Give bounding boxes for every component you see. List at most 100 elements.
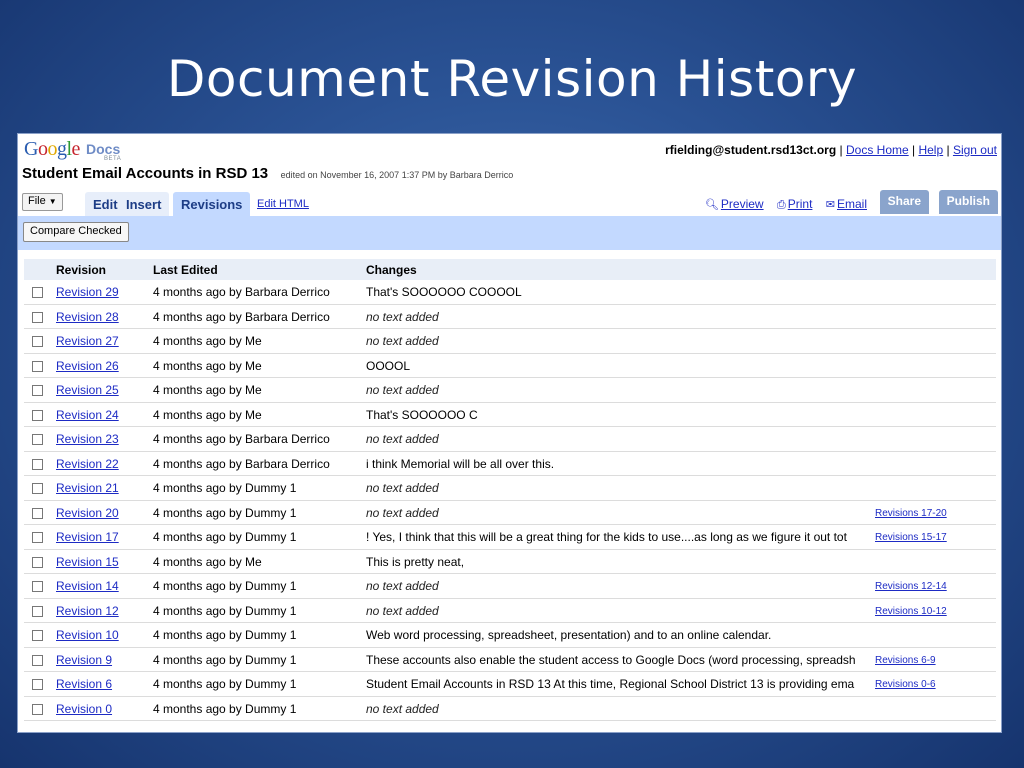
- publish-button[interactable]: Publish: [938, 190, 998, 214]
- revision-range-link[interactable]: Revisions 17-20: [875, 508, 985, 519]
- edit-html-link[interactable]: Edit HTML: [257, 198, 309, 210]
- last-edited-cell: 4 months ago by Barbara Derrico: [153, 456, 330, 471]
- beta-label: BETA: [104, 156, 122, 162]
- tab-revisions[interactable]: Revisions: [173, 192, 251, 216]
- document-actions: 🔍︎ Preview ⎙ Print ✉ Email: [705, 197, 867, 212]
- revision-link[interactable]: Revision 6: [56, 677, 156, 691]
- changes-cell: That's SOOOOOO C: [366, 407, 478, 422]
- revisions-toolbar: Compare Checked: [18, 216, 1001, 250]
- revision-checkbox[interactable]: [32, 336, 43, 347]
- revision-checkbox[interactable]: [32, 703, 43, 715]
- email-link[interactable]: Email: [837, 197, 867, 211]
- revision-checkbox[interactable]: [32, 360, 43, 372]
- revision-checkbox[interactable]: [32, 434, 43, 445]
- revision-link[interactable]: Revision 26: [56, 359, 156, 373]
- revision-link[interactable]: Revision 9: [56, 653, 156, 667]
- changes-cell: i think Memorial will be all over this.: [366, 456, 555, 471]
- revision-checkbox[interactable]: [32, 532, 43, 543]
- changes-cell: no text added: [366, 505, 439, 520]
- revision-range-link[interactable]: Revisions 10-12: [875, 606, 985, 617]
- revision-range-link[interactable]: Revisions 15-17: [875, 532, 985, 543]
- share-button[interactable]: Share: [879, 190, 929, 214]
- revision-link[interactable]: Revision 10: [56, 628, 156, 642]
- revision-checkbox[interactable]: [32, 654, 43, 666]
- revision-checkbox[interactable]: [32, 605, 43, 617]
- changes-cell: This is pretty neat,: [366, 554, 465, 569]
- tab-bar: File ▼ Edit Insert Revisions Edit HTML 🔍…: [18, 189, 1001, 216]
- revision-link[interactable]: Revision 17: [56, 530, 156, 544]
- revision-checkbox[interactable]: [32, 385, 43, 396]
- sign-out-link[interactable]: Sign out: [953, 143, 997, 157]
- document-edited-info: edited on November 16, 2007 1:37 PM by B…: [280, 170, 514, 180]
- last-edited-cell: 4 months ago by Dummy 1: [153, 628, 297, 642]
- changes-cell: ! Yes, I think that this will be a great…: [366, 530, 847, 544]
- revision-checkbox[interactable]: [32, 679, 43, 690]
- slide-title: Document Revision History: [166, 50, 858, 108]
- print-icon: ⎙: [776, 199, 786, 211]
- docs-home-link[interactable]: Docs Home: [846, 143, 909, 157]
- revision-link[interactable]: Revision 0: [56, 702, 156, 716]
- changes-cell: no text added: [366, 579, 439, 593]
- changes-cell: Web word processing, spreadsheet, presen…: [366, 628, 772, 642]
- file-menu-button[interactable]: File ▼: [22, 193, 63, 211]
- revision-checkbox[interactable]: [32, 409, 43, 421]
- table-row: Revision 23 4 months ago by Barbara Derri…: [24, 427, 996, 452]
- last-edited-cell: 4 months ago by Dummy 1: [153, 677, 297, 691]
- google-logo: Google: [24, 138, 80, 160]
- revision-checkbox[interactable]: [32, 630, 43, 641]
- revision-link[interactable]: Revision 27: [56, 334, 156, 348]
- revision-checkbox[interactable]: [32, 458, 43, 470]
- last-edited-cell: 4 months ago by Me: [153, 554, 262, 569]
- preview-link[interactable]: Preview: [721, 197, 764, 211]
- revision-checkbox[interactable]: [32, 507, 43, 519]
- revision-link[interactable]: Revision 15: [56, 555, 156, 569]
- compare-checked-button[interactable]: Compare Checked: [23, 222, 129, 242]
- help-link[interactable]: Help: [918, 143, 943, 157]
- revision-checkbox[interactable]: [32, 556, 43, 568]
- last-edited-cell: 4 months ago by Me: [153, 358, 262, 373]
- table-row: Revision 04 months ago by Dummy 1 no text…: [24, 697, 996, 721]
- revision-checkbox[interactable]: [32, 581, 43, 592]
- revision-link[interactable]: Revision 29: [56, 285, 156, 299]
- document-header: Student Email Accounts in RSD 13 edited …: [22, 165, 513, 183]
- changes-cell: no text added: [366, 701, 439, 716]
- revision-link[interactable]: Revision 12: [56, 604, 156, 618]
- revision-range-link[interactable]: Revisions 6-9: [875, 655, 985, 666]
- revision-link[interactable]: Revision 21: [56, 481, 156, 495]
- revision-range-link[interactable]: Revisions 0-6: [875, 679, 985, 690]
- revision-range-link[interactable]: Revisions 12-14: [875, 581, 985, 592]
- last-edited-cell: 4 months ago by Dummy 1: [153, 530, 297, 544]
- revision-checkbox[interactable]: [32, 287, 43, 298]
- revision-link[interactable]: Revision 25: [56, 383, 156, 397]
- table-row: Revision 27 4 months ago by Me no text add…: [24, 329, 996, 354]
- changes-cell: no text added: [366, 309, 439, 324]
- google-docs-window: Google Docs BETA rfielding@student.rsd13…: [17, 133, 1002, 733]
- last-edited-cell: 4 months ago by Barbara Derrico: [153, 285, 330, 299]
- revision-checkbox[interactable]: [32, 483, 43, 494]
- changes-cell: no text added: [366, 432, 439, 446]
- header-last-edited: Last Edited: [153, 263, 218, 277]
- revision-link[interactable]: Revision 14: [56, 579, 156, 593]
- revision-link[interactable]: Revision 20: [56, 506, 156, 520]
- revision-checkbox[interactable]: [32, 311, 43, 323]
- print-link[interactable]: Print: [788, 197, 813, 211]
- table-row: Revision 10 4 months ago by Dummy 1 Web wo…: [24, 623, 996, 648]
- table-row: Revision 24 4 months ago by Me That's SOOO…: [24, 403, 996, 427]
- last-edited-cell: 4 months ago by Barbara Derrico: [153, 432, 330, 446]
- changes-cell: Student Email Accounts in RSD 13 At this…: [366, 677, 855, 691]
- top-bar: Google Docs BETA rfielding@student.rsd13…: [18, 134, 1001, 164]
- table-body: Revision 29 4 months ago by Barbara Derri…: [24, 280, 996, 721]
- tab-insert[interactable]: Insert: [118, 192, 170, 216]
- table-row: Revision 20 4 months ago by Dummy 1 no tex…: [24, 501, 996, 525]
- revision-link[interactable]: Revision 28: [56, 310, 156, 324]
- preview-icon: 🔍︎: [704, 199, 719, 211]
- revision-link[interactable]: Revision 24: [56, 408, 156, 422]
- email-icon: ✉: [825, 199, 835, 211]
- table-row: Revision 22 4 months ago by Barbara Derri…: [24, 452, 996, 476]
- changes-cell: no text added: [366, 481, 439, 495]
- changes-cell: no text added: [366, 383, 439, 397]
- header-changes: Changes: [366, 263, 417, 277]
- revision-link[interactable]: Revision 22: [56, 457, 156, 471]
- last-edited-cell: 4 months ago by Me: [153, 407, 262, 422]
- revision-link[interactable]: Revision 23: [56, 432, 156, 446]
